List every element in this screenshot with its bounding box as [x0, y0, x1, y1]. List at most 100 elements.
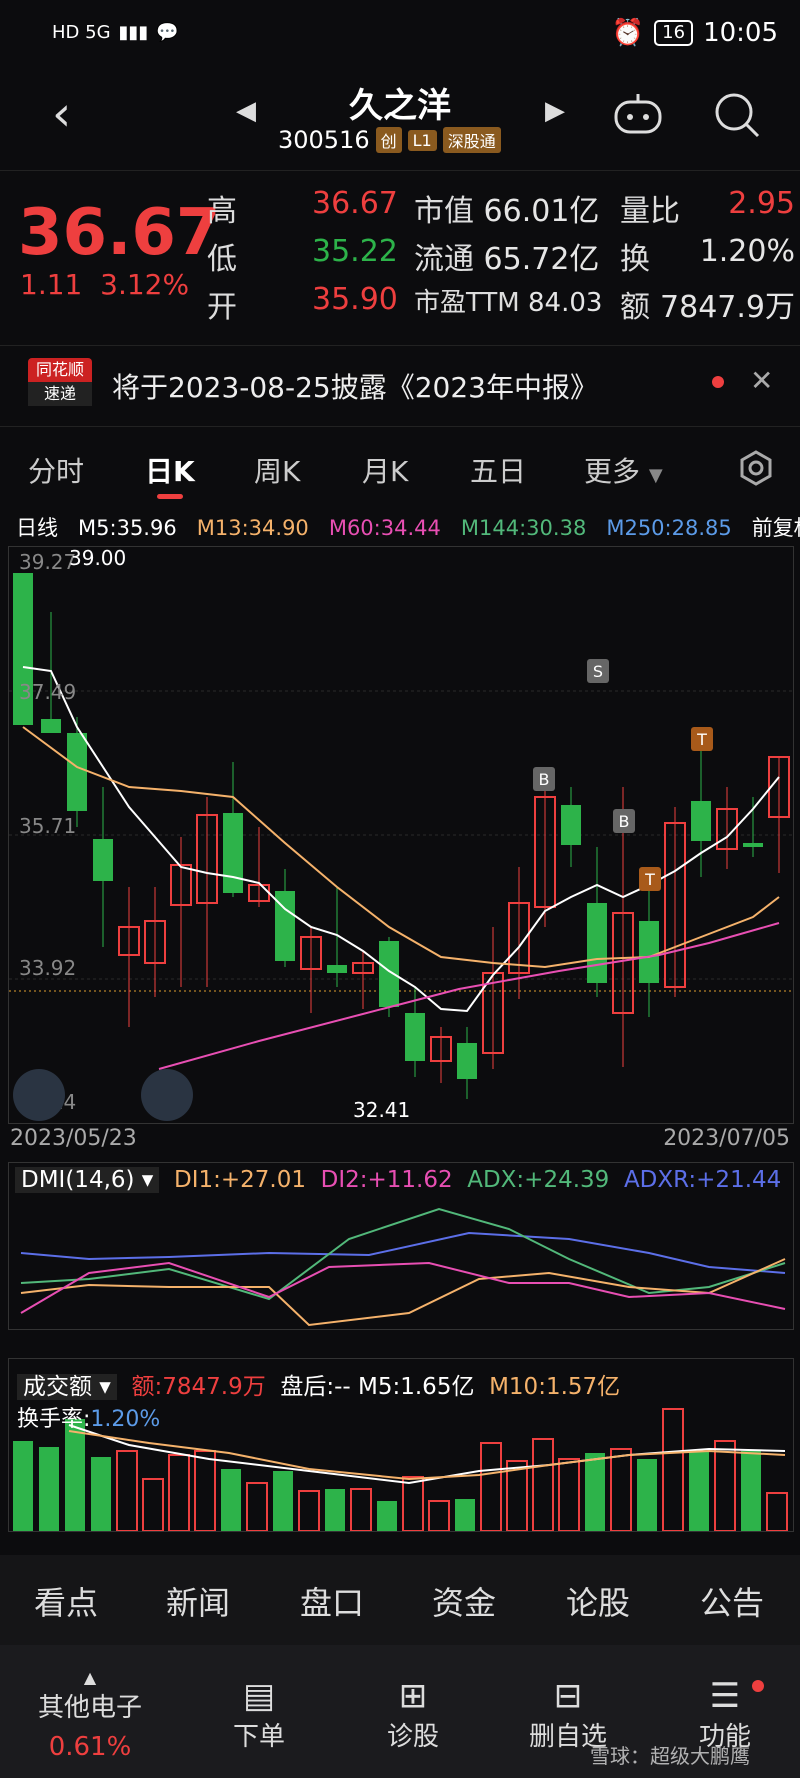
change-pct: 3.12% [100, 268, 190, 301]
tab-daily-k[interactable]: 日K [145, 450, 195, 490]
search-icon[interactable] [712, 90, 762, 144]
sector-item[interactable]: ▲ 其他电子 0.61% [30, 1668, 150, 1762]
volume-bar [39, 1447, 59, 1531]
info-tabs [0, 1555, 800, 1645]
volume-bar [585, 1453, 605, 1531]
candle [67, 733, 87, 811]
remove-icon: ⊟ [553, 1676, 583, 1716]
turnover-value: 1.20% [90, 1407, 161, 1432]
candle [457, 1043, 477, 1079]
low-note: 32.41 [353, 1098, 410, 1122]
volume-bar [142, 1478, 164, 1531]
diagnose-icon: ⊞ [398, 1676, 428, 1716]
change-value: 1.11 [20, 268, 83, 301]
battery-indicator: 16 [654, 20, 694, 46]
volume-bar [637, 1459, 657, 1531]
candle [743, 843, 763, 847]
dropdown-icon: ▼ [648, 465, 663, 486]
active-tab-indicator [157, 494, 183, 499]
volume-bar [766, 1492, 788, 1531]
expand-icon[interactable] [13, 1069, 65, 1121]
pe-label: 市盈TTM [414, 288, 520, 318]
high-label: 高 [207, 194, 237, 229]
status-left: HD 5G ▮▮▮ 💬 [52, 22, 179, 43]
low-row: 低 35.22 [207, 234, 398, 278]
tab-more[interactable]: 更多 ▼ [584, 450, 663, 490]
tab-funds[interactable]: 资金 [432, 1578, 496, 1624]
tab-intraday[interactable]: 分时 [28, 450, 84, 490]
volume-bar [377, 1501, 397, 1531]
candle [41, 719, 61, 733]
nav-order[interactable]: ▤ 下单 [214, 1676, 304, 1753]
volume-bar [246, 1482, 268, 1531]
volume-bar [402, 1476, 424, 1531]
volume-bar [558, 1458, 580, 1531]
volume-m10: M10:1.57亿 [489, 1374, 621, 1400]
candle [223, 813, 243, 893]
marker-b-label: B [539, 770, 550, 789]
ma-m5: M5:35.96 [78, 516, 177, 540]
turnover-legend: 换手率:1.20% [17, 1401, 160, 1433]
turn-value: 1.20% [699, 234, 795, 269]
volume-bar [298, 1490, 320, 1531]
y-label: 33.92 [19, 956, 76, 980]
date-end: 2023/07/05 [663, 1126, 790, 1151]
high-note: 39.00 [69, 547, 126, 570]
signal-icon: ▮▮▮ [118, 22, 149, 43]
function-badge-dot [752, 1680, 764, 1692]
stock-title: 久之洋 [349, 86, 451, 126]
volume-selector[interactable]: 成交额 ▾ [17, 1374, 117, 1400]
message-icon: 💬 [156, 22, 179, 43]
unread-dot [712, 376, 724, 388]
notice-text[interactable]: 将于2023-08-25披露《2023年中报》 [112, 366, 598, 406]
tab-discuss[interactable]: 论股 [566, 1578, 630, 1624]
tab-news[interactable]: 新闻 [166, 1578, 230, 1624]
volume-bar [221, 1469, 241, 1531]
tag-sgt: 深股通 [442, 127, 501, 153]
tab-announcements[interactable]: 公告 [700, 1578, 764, 1624]
y-label: 37.49 [19, 680, 76, 704]
nav-diag-label: 诊股 [386, 1722, 439, 1752]
tab-highlights[interactable]: 看点 [34, 1578, 98, 1624]
stock-code: 300516 [278, 126, 370, 154]
float-label: 流通 [414, 242, 474, 277]
y-label: 39.27 [19, 550, 76, 574]
dmi-panel[interactable]: DMI(14,6) ▾ DI1:+27.01 DI2:+11.62 ADX:+2… [8, 1162, 794, 1330]
high-row: 高 36.67 [207, 186, 398, 230]
candle [405, 1013, 425, 1061]
float-row: 流通 65.72亿 [414, 234, 599, 278]
ma-m60: M60:34.44 [328, 516, 441, 540]
open-row: 开 35.90 [207, 282, 398, 326]
ma-m144: M144:30.38 [460, 516, 587, 540]
fullscreen-icon[interactable] [141, 1069, 193, 1121]
dmi-svg [20, 1207, 786, 1327]
settings-icon[interactable] [738, 450, 774, 490]
tab-five-day[interactable]: 五日 [470, 450, 526, 490]
ma-legend: 日线 M5:35.96 M13:34.90 M60:34.44 M144:30.… [16, 512, 800, 542]
volume-amt: 额:7847.9万 [131, 1374, 266, 1400]
open-label: 开 [207, 290, 237, 325]
kline-chart[interactable]: B S B T T 39.27 37.49 35.71 33.92 32.14 … [8, 546, 794, 1124]
turnover-label: 换手率: [17, 1407, 91, 1432]
volume-bar [532, 1438, 554, 1531]
ma-kind: 日线 [16, 516, 58, 540]
ma-m13: M13:34.90 [196, 516, 309, 540]
tab-weekly-k[interactable]: 周K [254, 450, 300, 490]
order-icon: ▤ [242, 1676, 276, 1716]
turn-label: 换 [620, 242, 650, 277]
tab-orderbook[interactable]: 盘口 [300, 1578, 364, 1624]
vr-label: 量比 [620, 194, 680, 229]
tab-monthly-k[interactable]: 月K [362, 450, 408, 490]
turn-row: 换 1.20% [620, 234, 795, 278]
volume-panel[interactable]: 成交额 ▾ 额:7847.9万 盘后:-- M5:1.65亿 M10:1.57亿… [8, 1358, 794, 1532]
open-value: 35.90 [312, 282, 398, 317]
volume-m5: M5:1.65亿 [358, 1374, 475, 1400]
nav-diagnose[interactable]: ⊞ 诊股 [368, 1676, 458, 1753]
adjust-mode[interactable]: 前复权 [752, 516, 800, 540]
volume-bar [194, 1450, 216, 1531]
close-icon[interactable]: ✕ [750, 364, 773, 397]
volume-bar [325, 1489, 345, 1531]
robot-icon[interactable] [612, 92, 664, 140]
amt-value: 7847.9万 [660, 290, 795, 325]
volume-bar [714, 1440, 736, 1531]
